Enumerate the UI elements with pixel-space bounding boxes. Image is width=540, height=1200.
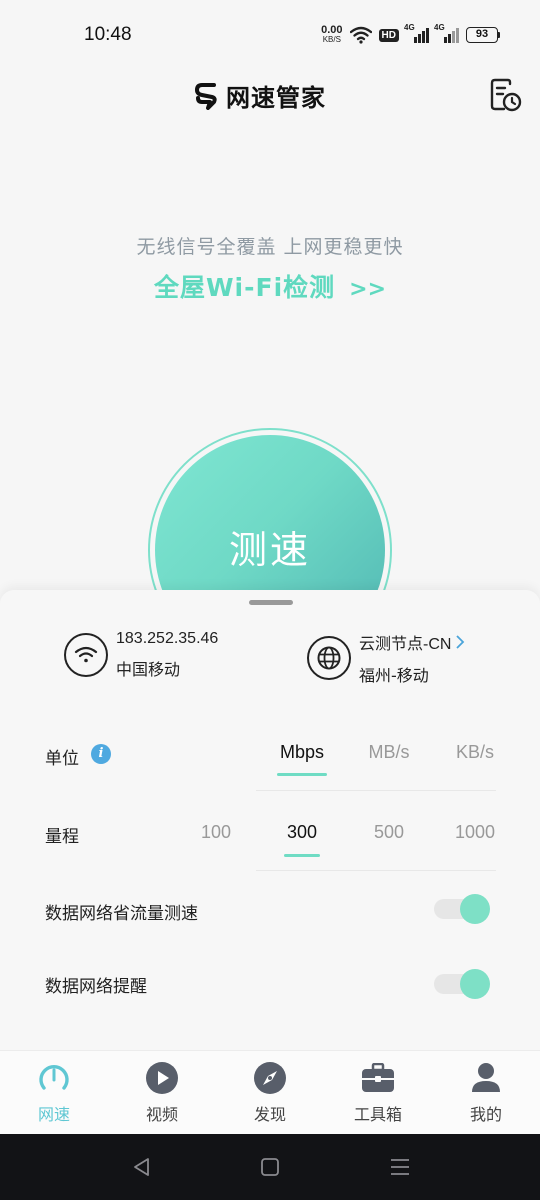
range-option-1000[interactable]: 1000 bbox=[435, 822, 515, 843]
user-icon bbox=[472, 1063, 500, 1092]
app-logo: 网速管家 bbox=[194, 78, 326, 113]
data-saving-row: 数据网络省流量测速 bbox=[0, 893, 540, 925]
range-option-100[interactable]: 100 bbox=[176, 822, 256, 843]
speedometer-icon bbox=[39, 1065, 69, 1090]
range-option-300[interactable]: 300 bbox=[262, 822, 342, 843]
nav-label-discover: 发现 bbox=[253, 1105, 286, 1124]
data-reminder-row: 数据网络提醒 bbox=[0, 968, 540, 1000]
signal-strength-icon: 4G bbox=[404, 23, 429, 43]
unit-option-mbytes[interactable]: MB/s bbox=[349, 742, 429, 763]
nav-label-toolbox: 工具箱 bbox=[353, 1105, 402, 1124]
network-speed-value: 0.00 bbox=[321, 24, 343, 36]
range-selected-indicator bbox=[284, 854, 320, 857]
speed-test-label: 测速 bbox=[228, 527, 311, 572]
network-speed-unit: KB/S bbox=[322, 35, 341, 44]
status-icons: 0.00 KB/S HD 4G 4G 93 bbox=[321, 23, 500, 45]
wifi-check-link-text: 全屋Wi-Fi检测 bbox=[153, 273, 336, 302]
chevron-right-icon bbox=[456, 635, 465, 649]
isp-name: 中国移动 bbox=[116, 660, 181, 679]
node-location: 福州-移动 bbox=[359, 666, 429, 685]
data-reminder-label: 数据网络提醒 bbox=[45, 977, 147, 997]
nav-item-mine[interactable]: 我的 bbox=[446, 1061, 526, 1125]
unit-selected-indicator bbox=[277, 773, 327, 776]
promo-subtitle: 无线信号全覆盖 上网更稳更快 bbox=[136, 236, 404, 258]
settings-sheet: 183.252.35.46 中国移动 云测节点-CN 福州-移动 单位 i Mb… bbox=[0, 590, 540, 1050]
info-icon[interactable]: i bbox=[91, 744, 111, 764]
nav-label-video: 视频 bbox=[145, 1105, 178, 1124]
data-saving-label: 数据网络省流量测速 bbox=[45, 904, 198, 924]
system-navigation-bar bbox=[0, 1134, 540, 1200]
signal-network-type-2: 4G bbox=[434, 23, 445, 32]
history-clock-icon bbox=[490, 78, 522, 112]
toolbox-icon bbox=[362, 1063, 394, 1092]
wifi-icon bbox=[349, 26, 372, 44]
divider bbox=[256, 790, 496, 791]
status-time: 10:48 bbox=[84, 24, 132, 45]
compass-icon bbox=[254, 1062, 286, 1094]
back-icon[interactable] bbox=[130, 1156, 154, 1178]
history-button[interactable] bbox=[490, 78, 522, 112]
unit-option-kbytes[interactable]: KB/s bbox=[435, 742, 515, 763]
ip-address: 183.252.35.46 bbox=[116, 630, 219, 647]
range-row: 量程 100 300 500 1000 bbox=[0, 818, 540, 858]
unit-option-mbps[interactable]: Mbps bbox=[262, 742, 342, 763]
unit-row: 单位 i Mbps MB/s KB/s bbox=[0, 740, 540, 780]
app-logo-icon bbox=[195, 82, 217, 110]
app-header: 网速管家 bbox=[0, 70, 540, 116]
node-select-link[interactable]: 云测节点-CN bbox=[359, 630, 465, 654]
ip-info: 183.252.35.46 中国移动 bbox=[64, 630, 218, 680]
nav-item-video[interactable]: 视频 bbox=[122, 1061, 202, 1125]
signal-network-type: 4G bbox=[404, 23, 415, 32]
node-info: 云测节点-CN 福州-移动 bbox=[307, 630, 465, 686]
battery-icon: 93 bbox=[466, 27, 500, 43]
wifi-check-link[interactable]: 全屋Wi-Fi检测 >> bbox=[0, 268, 540, 304]
range-label: 量程 bbox=[45, 827, 79, 847]
signal-strength-icon-2: 4G bbox=[434, 23, 459, 43]
node-label: 云测节点-CN bbox=[359, 636, 452, 653]
double-chevron-icon: >> bbox=[349, 277, 387, 302]
bottom-nav: 网速 视频 发现 工具箱 我的 bbox=[0, 1050, 540, 1134]
globe-icon bbox=[307, 636, 351, 680]
hd-voice-badge: HD bbox=[378, 28, 399, 42]
nav-item-speed[interactable]: 网速 bbox=[14, 1061, 94, 1125]
unit-label: 单位 bbox=[45, 749, 79, 769]
app-title: 网速管家 bbox=[226, 84, 326, 112]
data-saving-toggle[interactable] bbox=[434, 893, 492, 924]
nav-label-speed: 网速 bbox=[37, 1105, 70, 1124]
nav-label-mine: 我的 bbox=[469, 1105, 502, 1124]
wifi-icon bbox=[64, 633, 108, 677]
play-icon bbox=[146, 1062, 178, 1094]
home-icon[interactable] bbox=[258, 1156, 282, 1178]
data-reminder-toggle[interactable] bbox=[434, 968, 492, 999]
divider bbox=[256, 870, 496, 871]
status-bar: 10:48 0.00 KB/S HD 4G 4G 93 bbox=[0, 0, 540, 70]
nav-item-discover[interactable]: 发现 bbox=[230, 1061, 310, 1125]
battery-level: 93 bbox=[466, 27, 498, 43]
network-speed-indicator: 0.00 KB/S bbox=[321, 24, 343, 45]
nav-item-toolbox[interactable]: 工具箱 bbox=[338, 1061, 418, 1125]
sheet-drag-handle[interactable] bbox=[249, 600, 293, 605]
range-option-500[interactable]: 500 bbox=[349, 822, 429, 843]
menu-icon[interactable] bbox=[388, 1156, 412, 1178]
